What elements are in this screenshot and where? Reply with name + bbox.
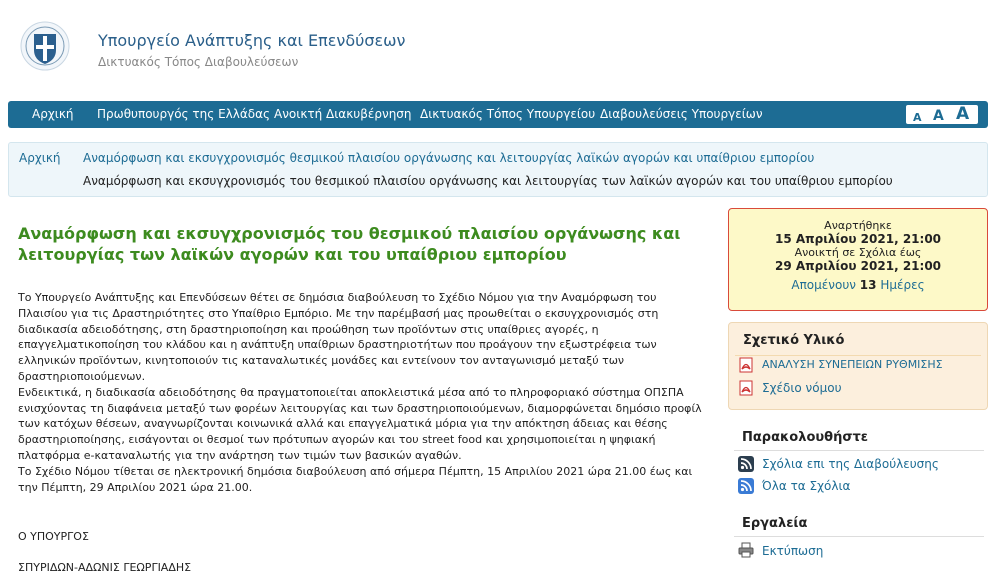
consultation-title: Αναμόρφωση και εκσυγχρονισμός του θεσμικ…	[18, 224, 681, 264]
site-title[interactable]: Υπουργείο Ανάπτυξης και Επενδύσεων	[98, 31, 405, 50]
breadcrumb-current: Αναμόρφωση και εκσυγχρονισμός του θεσμικ…	[83, 174, 893, 188]
posted-date: 15 Απριλίου 2021, 21:00	[774, 232, 942, 246]
pdf-icon	[739, 380, 753, 396]
intro-paragraph-1: Το Υπουργείο Ανάπτυξης και Επενδύσεων θέ…	[18, 291, 659, 383]
intro-paragraph-3: Το Σχέδιο Νόμου τίθεται σε ηλεκτρονική δ…	[18, 464, 693, 494]
printer-icon	[738, 542, 754, 558]
posted-label: Αναρτήθηκε	[824, 219, 892, 232]
consultation-intro: Το Υπουργείο Ανάπτυξης και Επενδύσεων θέ…	[18, 290, 708, 495]
nav-item-ministry-website[interactable]: Δικτυακός Τόπος Υπουργείου	[420, 107, 595, 121]
remaining-prefix: Απομένουν	[791, 278, 856, 292]
greek-coat-of-arms-logo[interactable]	[20, 20, 70, 72]
signature-name: ΣΠΥΡΙΔΩΝ-ΑΔΩΝΙΣ ΓΕΩΡΓΙΑΔΗΣ	[18, 561, 192, 574]
intro-paragraph-2: Ενδεικτικά, η διαδικασία αδειοδότησης θα…	[18, 385, 702, 462]
pdf-icon	[739, 357, 753, 373]
nav-item-home[interactable]: Αρχική	[32, 107, 74, 121]
follow-heading: Παρακολουθήστε	[742, 430, 868, 445]
font-size-selector: A A A	[906, 104, 978, 124]
related-link-impact-analysis[interactable]: ΑΝΑΛΥΣΗ ΣΥΝΕΠΕΙΩΝ ΡΥΘΜΙΣΗΣ	[762, 358, 943, 371]
rss-icon	[738, 478, 754, 494]
related-link-draft-law[interactable]: Σχέδιο νόμου	[762, 381, 842, 395]
follow-divider	[734, 450, 984, 451]
main-navigation: Αρχική Πρωθυπουργός της Ελλάδας Ανοικτή …	[8, 101, 988, 128]
breadcrumb: Αρχική Αναμόρφωση και εκσυγχρονισμός θεσ…	[8, 142, 988, 197]
print-link[interactable]: Εκτύπωση	[762, 544, 823, 558]
nav-item-open-government[interactable]: Ανοικτή Διακυβέρνηση	[274, 107, 412, 121]
font-size-small-button[interactable]: A	[913, 111, 922, 124]
signature-role: Ο ΥΠΟΥΡΓΟΣ	[18, 530, 89, 543]
site-subtitle: Δικτυακός Τόπος Διαβουλεύσεων	[98, 55, 299, 69]
font-size-medium-button[interactable]: A	[933, 108, 944, 124]
breadcrumb-parent-link[interactable]: Αναμόρφωση και εκσυγχρονισμός θεσμικού π…	[83, 151, 814, 165]
remaining-suffix: Ημέρες	[880, 278, 925, 292]
site-header: Υπουργείο Ανάπτυξης και Επενδύσεων Δικτυ…	[0, 0, 991, 100]
rss-comments-icon	[738, 456, 754, 472]
related-divider	[735, 355, 981, 356]
follow-link-all-comments[interactable]: Όλα τα Σχόλια	[762, 479, 850, 493]
related-material-heading: Σχετικό Υλικό	[743, 333, 845, 348]
font-size-large-button[interactable]: A	[956, 104, 969, 124]
nav-item-ministry-consultations[interactable]: Διαβουλεύσεις Υπουργείων	[600, 107, 763, 121]
tools-heading: Εργαλεία	[742, 516, 808, 531]
remaining-days: Απομένουν 13 Ημέρες	[729, 278, 987, 292]
nav-item-prime-minister[interactable]: Πρωθυπουργός της Ελλάδας	[97, 107, 270, 121]
consultation-dates-box: Αναρτήθηκε 15 Απριλίου 2021, 21:00 Ανοικ…	[728, 208, 988, 311]
tools-divider	[734, 536, 984, 537]
follow-link-consultation-comments[interactable]: Σχόλια επι της Διαβούλευσης	[762, 457, 939, 471]
breadcrumb-home-link[interactable]: Αρχική	[19, 151, 61, 165]
open-until-label: Ανοικτή σε Σχόλια έως	[794, 246, 922, 259]
open-until-date: 29 Απριλίου 2021, 21:00	[774, 259, 942, 273]
remaining-count: 13	[859, 278, 877, 292]
